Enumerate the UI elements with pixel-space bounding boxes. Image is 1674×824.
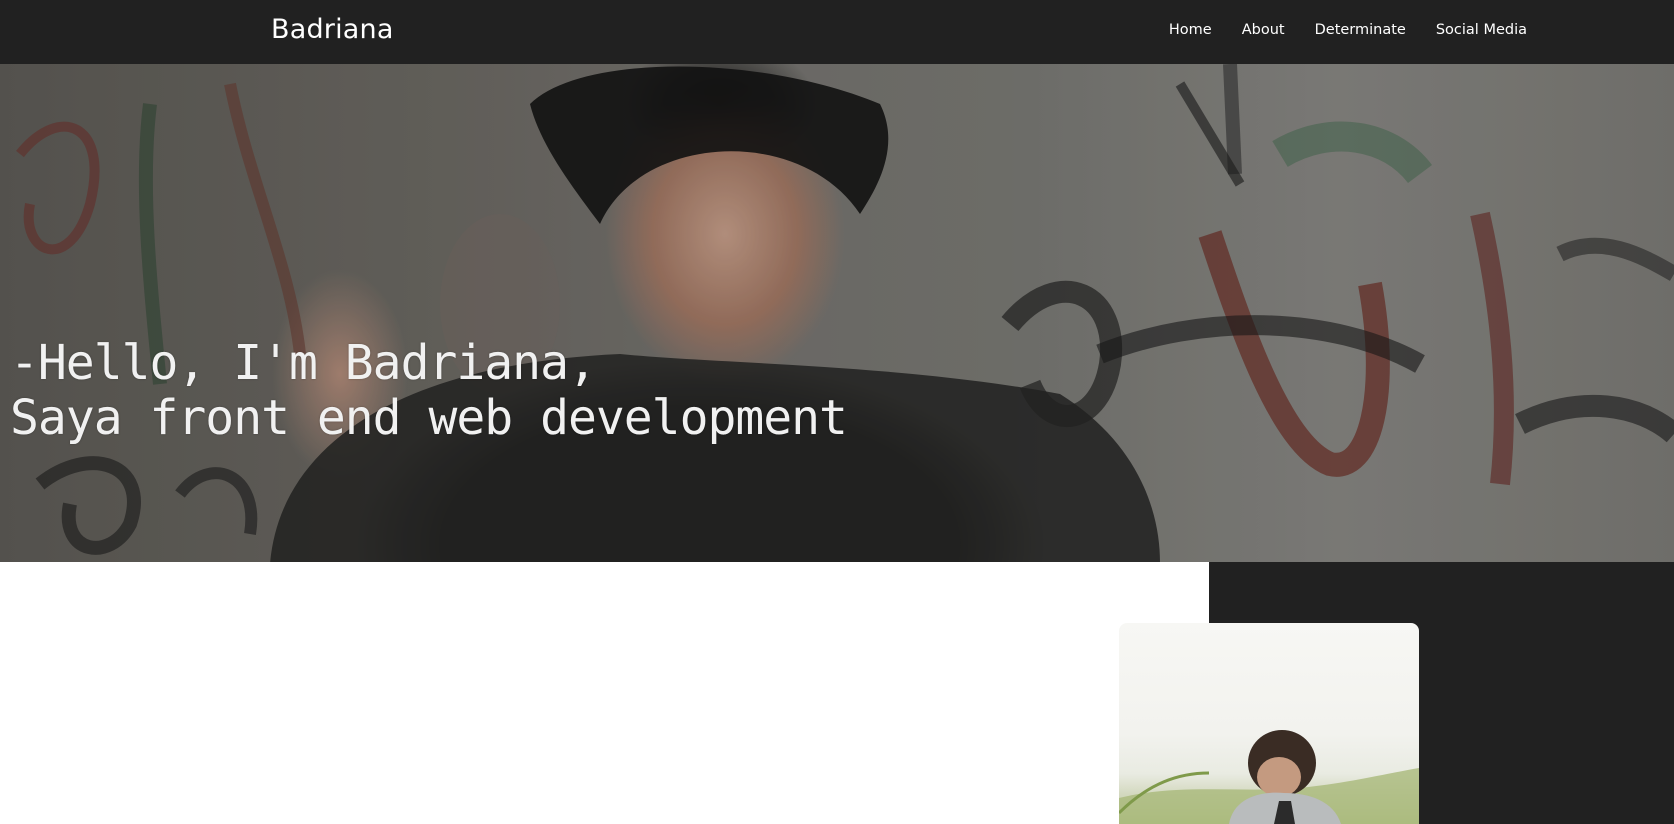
brand-logo[interactable]: Badriana	[271, 14, 394, 45]
nav-link-home[interactable]: Home	[1169, 22, 1212, 38]
nav-menu: Home About Determinate Social Media	[1169, 22, 1527, 38]
top-navbar: Badriana Home About Determinate Social M…	[0, 0, 1674, 64]
about-photo-image	[1119, 730, 1419, 824]
hero-line-greeting: -Hello, I'm Badriana,	[10, 335, 597, 391]
about-photo	[1119, 623, 1419, 824]
nav-link-social-media[interactable]: Social Media	[1436, 22, 1527, 38]
hero-line-role: Saya front end web development	[10, 390, 848, 446]
hero-overlay	[0, 64, 1674, 562]
nav-link-about[interactable]: About	[1242, 22, 1285, 38]
nav-link-determinate[interactable]: Determinate	[1315, 22, 1406, 38]
hero-banner: -Hello, I'm Badriana, Saya front end web…	[0, 64, 1674, 562]
hero-heading: -Hello, I'm Badriana, Saya front end web…	[10, 335, 848, 446]
